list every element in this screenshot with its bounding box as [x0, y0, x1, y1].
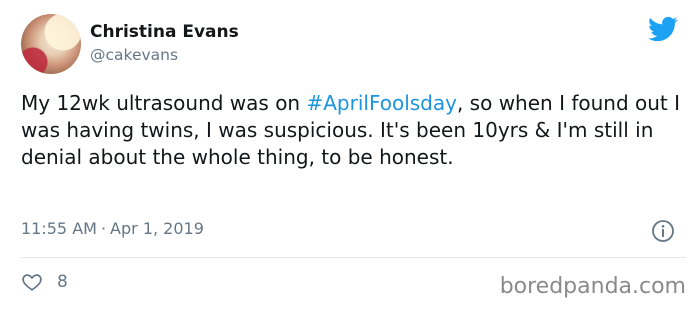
avatar[interactable] — [21, 14, 81, 74]
watermark: boredpanda.com — [499, 274, 686, 299]
tweet-text: My 12wk ultrasound was on #AprilFoolsday… — [21, 90, 686, 171]
tweet-time: 11:55 AM — [21, 219, 97, 238]
avatar-image — [21, 14, 81, 74]
tweet-date: Apr 1, 2019 — [110, 219, 204, 238]
like-count: 8 — [57, 272, 68, 292]
tweet-card: Christina Evans @cakevans My 12wk ultras… — [0, 0, 700, 311]
twitter-bird-icon[interactable] — [646, 14, 680, 44]
heart-icon — [22, 274, 42, 291]
divider — [21, 257, 686, 258]
hashtag-link[interactable]: #AprilFoolsday — [306, 91, 457, 115]
timestamp-separator: · — [100, 219, 107, 238]
tweet-text-before: My 12wk ultrasound was on — [21, 91, 307, 115]
author-name[interactable]: Christina Evans — [90, 22, 239, 42]
author-handle[interactable]: @cakevans — [90, 46, 178, 64]
like-button[interactable]: 8 — [21, 271, 68, 293]
info-icon[interactable] — [651, 219, 675, 243]
tweet-timestamp[interactable]: 11:55 AM · Apr 1, 2019 — [21, 219, 204, 238]
